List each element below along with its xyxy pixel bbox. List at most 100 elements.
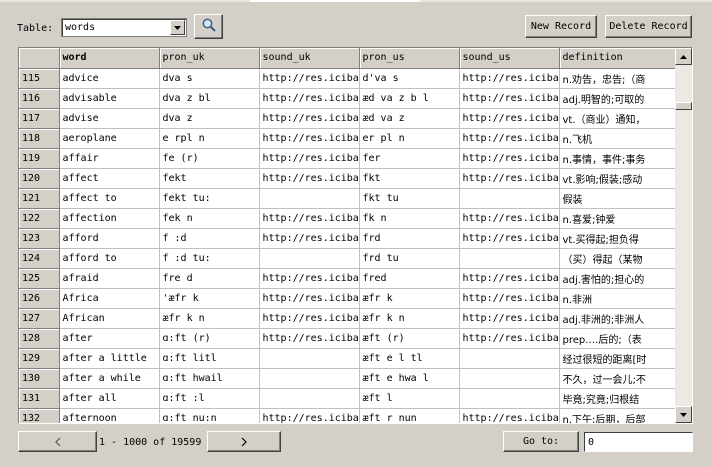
- cell-sound-us[interactable]: http://res.iciba: [459, 328, 560, 349]
- cell-sound-us[interactable]: http://res.iciba: [459, 408, 560, 423]
- cell-pron-uk[interactable]: f :d: [159, 228, 260, 249]
- row-number[interactable]: 128: [19, 328, 60, 349]
- cell-pron-us[interactable]: fkt tu: [359, 188, 460, 209]
- cell-sound-uk[interactable]: [259, 368, 360, 389]
- column-header-sound-us[interactable]: sound_us: [459, 48, 560, 69]
- row-number[interactable]: 118: [19, 128, 60, 149]
- table-select[interactable]: words: [61, 18, 187, 37]
- cell-definition[interactable]: adj.害怕的;担心的: [559, 268, 676, 289]
- cell-word[interactable]: afford: [59, 228, 160, 249]
- table-row[interactable]: 123 afford f :d http://res.iciba frd http://r…: [19, 228, 676, 249]
- cell-definition[interactable]: n.劝告，忠告;（商: [559, 68, 676, 89]
- cell-pron-us[interactable]: fred: [359, 268, 460, 289]
- cell-pron-us[interactable]: æft r nun: [359, 408, 460, 423]
- cell-word[interactable]: after all: [59, 388, 160, 409]
- cell-sound-uk[interactable]: http://res.iciba: [259, 408, 360, 423]
- cell-pron-uk[interactable]: 'æfr k: [159, 288, 260, 309]
- cell-definition[interactable]: （买）得起（某物: [559, 248, 676, 269]
- cell-word[interactable]: after a while: [59, 368, 160, 389]
- table-row[interactable]: 116 advisable dva z bl http://res.iciba æd v…: [19, 88, 676, 109]
- scroll-down-button[interactable]: [675, 406, 692, 423]
- cell-pron-uk[interactable]: ɑ:ft :l: [159, 388, 260, 409]
- row-number[interactable]: 129: [19, 348, 60, 369]
- cell-word[interactable]: aeroplane: [59, 128, 160, 149]
- row-number[interactable]: 132: [19, 408, 60, 423]
- cell-pron-us[interactable]: æd va z b l: [359, 88, 460, 109]
- cell-pron-us[interactable]: fkt: [359, 168, 460, 189]
- cell-pron-us[interactable]: æft e l tl: [359, 348, 460, 369]
- cell-word[interactable]: after a little: [59, 348, 160, 369]
- cell-sound-uk[interactable]: http://res.iciba: [259, 108, 360, 129]
- row-number[interactable]: 120: [19, 168, 60, 189]
- cell-sound-uk[interactable]: [259, 188, 360, 209]
- cell-sound-uk[interactable]: http://res.iciba: [259, 308, 360, 329]
- cell-definition[interactable]: 经过很短的距离[时: [559, 348, 676, 369]
- column-header-pron-us[interactable]: pron_us: [359, 48, 460, 69]
- cell-pron-uk[interactable]: fre d: [159, 268, 260, 289]
- table-row[interactable]: 117 advise dva z http://res.iciba æd va z htt…: [19, 108, 676, 129]
- cell-pron-us[interactable]: æft l: [359, 388, 460, 409]
- row-number[interactable]: 126: [19, 288, 60, 309]
- cell-sound-uk[interactable]: [259, 348, 360, 369]
- cell-sound-uk[interactable]: http://res.iciba: [259, 148, 360, 169]
- row-number[interactable]: 121: [19, 188, 60, 209]
- search-button[interactable]: [194, 14, 223, 39]
- row-number[interactable]: 122: [19, 208, 60, 229]
- cell-sound-uk[interactable]: http://res.iciba: [259, 228, 360, 249]
- table-row[interactable]: 121 affect to fekt tu: fkt tu 假装: [19, 188, 676, 209]
- column-header-pron-uk[interactable]: pron_uk: [159, 48, 260, 69]
- column-header-definition[interactable]: definition: [559, 48, 676, 69]
- cell-pron-uk[interactable]: dva z: [159, 108, 260, 129]
- row-number[interactable]: 127: [19, 308, 60, 329]
- cell-pron-us[interactable]: æft (r): [359, 328, 460, 349]
- cell-pron-uk[interactable]: fe (r): [159, 148, 260, 169]
- cell-definition[interactable]: n.喜爱;钟爱: [559, 208, 676, 229]
- cell-word[interactable]: affect to: [59, 188, 160, 209]
- cell-pron-us[interactable]: æft e hwa l: [359, 368, 460, 389]
- delete-record-button[interactable]: Delete Record: [605, 15, 692, 38]
- row-number[interactable]: 123: [19, 228, 60, 249]
- cell-sound-us[interactable]: http://res.iciba: [459, 168, 560, 189]
- cell-sound-us[interactable]: http://res.iciba: [459, 148, 560, 169]
- row-number[interactable]: 119: [19, 148, 60, 169]
- cell-definition[interactable]: n.下午;后期，后部: [559, 408, 676, 423]
- cell-sound-us[interactable]: [459, 348, 560, 369]
- table-row[interactable]: 122 affection fek n http://res.iciba fk n htt…: [19, 208, 676, 229]
- vertical-scrollbar[interactable]: [675, 48, 692, 423]
- cell-pron-uk[interactable]: e rpl n: [159, 128, 260, 149]
- cell-word[interactable]: affection: [59, 208, 160, 229]
- table-row[interactable]: 120 affect fekt http://res.iciba fkt http://r…: [19, 168, 676, 189]
- cell-definition[interactable]: 假装: [559, 188, 676, 209]
- table-row[interactable]: 131 after all ɑ:ft :l æft l 毕竟;究竟;归根结: [19, 388, 676, 409]
- cell-pron-us[interactable]: æd va z: [359, 108, 460, 129]
- cell-word[interactable]: advise: [59, 108, 160, 129]
- cell-sound-us[interactable]: http://res.iciba: [459, 208, 560, 229]
- cell-word[interactable]: afternoon: [59, 408, 160, 423]
- cell-pron-uk[interactable]: fekt: [159, 168, 260, 189]
- row-number[interactable]: 130: [19, 368, 60, 389]
- new-record-button[interactable]: New Record: [525, 15, 597, 38]
- cell-definition[interactable]: adj.明智的;可取的: [559, 88, 676, 109]
- table-row[interactable]: 130 after a while ɑ:ft hwail æft e hwa l 不久，…: [19, 368, 676, 389]
- cell-sound-us[interactable]: http://res.iciba: [459, 128, 560, 149]
- cell-definition[interactable]: n.事情，事件;事务: [559, 148, 676, 169]
- cell-sound-us[interactable]: [459, 248, 560, 269]
- cell-definition[interactable]: vt.买得起;担负得: [559, 228, 676, 249]
- table-row[interactable]: 118 aeroplane e rpl n http://res.iciba er pl…: [19, 128, 676, 149]
- cell-pron-us[interactable]: frd: [359, 228, 460, 249]
- scroll-thumb[interactable]: [675, 102, 692, 110]
- row-number[interactable]: 117: [19, 108, 60, 129]
- cell-pron-uk[interactable]: fek n: [159, 208, 260, 229]
- cell-sound-us[interactable]: http://res.iciba: [459, 108, 560, 129]
- cell-definition[interactable]: n.非洲: [559, 288, 676, 309]
- cell-sound-uk[interactable]: http://res.iciba: [259, 268, 360, 289]
- row-number[interactable]: 115: [19, 68, 60, 89]
- cell-sound-us[interactable]: http://res.iciba: [459, 308, 560, 329]
- cell-word[interactable]: Africa: [59, 288, 160, 309]
- column-header-word[interactable]: word: [59, 48, 160, 69]
- next-page-button[interactable]: [207, 431, 281, 452]
- goto-input[interactable]: [584, 432, 693, 452]
- cell-sound-us[interactable]: [459, 368, 560, 389]
- scroll-up-button[interactable]: [675, 48, 692, 65]
- cell-sound-uk[interactable]: http://res.iciba: [259, 328, 360, 349]
